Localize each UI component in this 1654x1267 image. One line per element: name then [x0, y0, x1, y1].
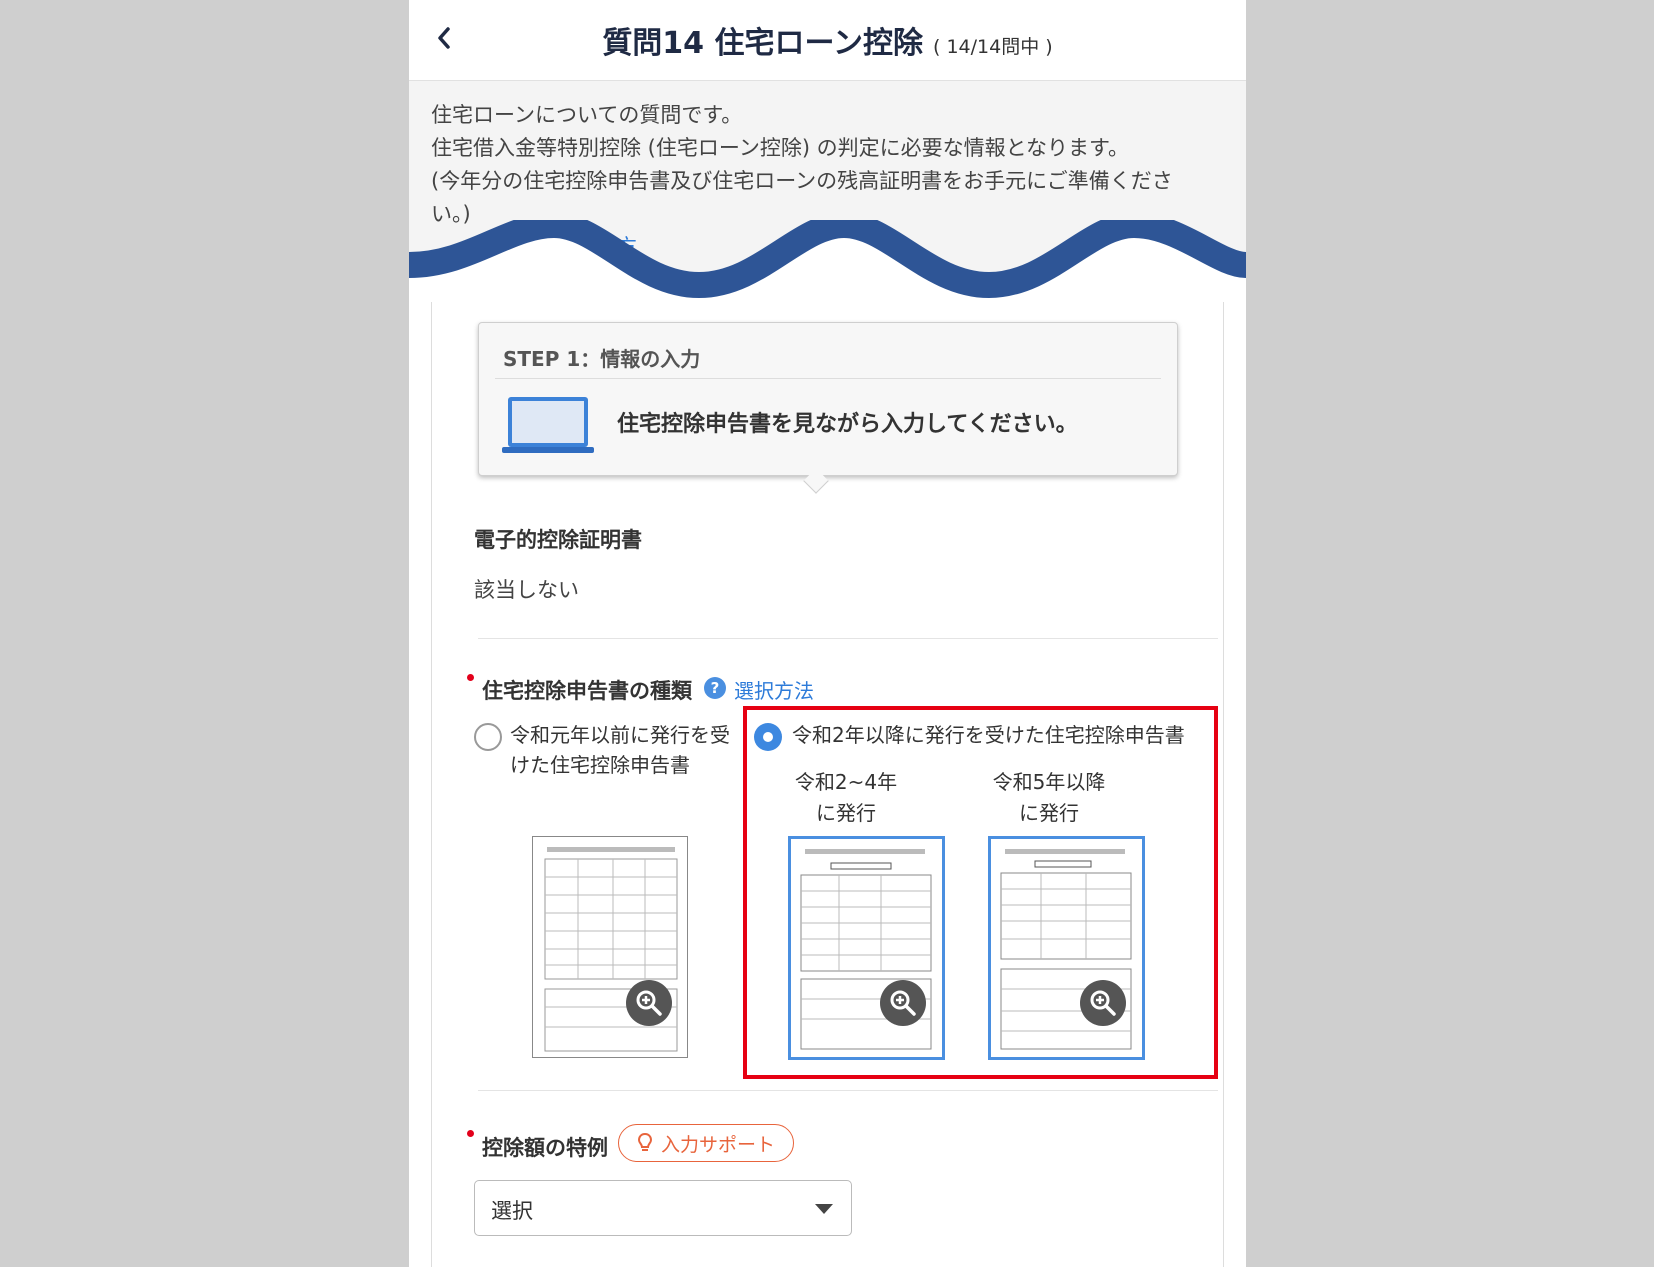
e-cert-label: 電子的控除証明書 [474, 528, 642, 552]
laptop-icon [502, 397, 594, 453]
zoom-button-pre-reiwa2[interactable] [626, 980, 672, 1026]
page-title: 質問14 住宅ローン控除 [602, 26, 924, 61]
input-support-button[interactable]: 入力サポート [618, 1124, 795, 1162]
option-label-line: 令和元年以前に発行を受 [510, 723, 730, 747]
intro-line: 住宅ローンについての質問です。 [431, 103, 743, 127]
e-cert-value: 該当しない [474, 578, 579, 602]
input-support-label: 入力サポート [661, 1133, 776, 1156]
required-mark [467, 1130, 474, 1137]
document-image [544, 847, 678, 1052]
intro-line: (今年分の住宅控除申告書及び住宅ローンの残高証明書をお手元にご準備くださ [431, 169, 1173, 193]
doc-thumbnail-pre-reiwa2[interactable] [532, 836, 688, 1058]
help-icon[interactable]: ? [704, 677, 726, 699]
selection-method-link[interactable]: 選択方法 [734, 675, 814, 704]
required-mark [467, 674, 474, 681]
step-heading: STEP 1：情報の入力 [503, 347, 701, 371]
lightbulb-icon [637, 1132, 653, 1151]
question-progress: ( 14/14問中 ) [933, 36, 1053, 58]
title-bar: 質問14 住宅ローン控除 ( 14/14問中 ) [409, 18, 1246, 62]
step-instruction: 住宅控除申告書を見ながら入力してください。 [617, 412, 1078, 437]
highlight-box [743, 706, 1218, 1079]
section-divider [478, 1090, 1218, 1091]
zoom-in-icon [636, 990, 662, 1016]
deduction-special-select[interactable]: 選択 [474, 1180, 852, 1236]
step-divider [495, 378, 1161, 379]
option-label-line: けた住宅控除申告書 [510, 753, 690, 777]
select-value: 選択 [491, 1199, 533, 1223]
option-pre-reiwa2-label[interactable]: 令和元年以前に発行を受 けた住宅控除申告書 [510, 720, 730, 780]
deduction-special-label: 控除額の特例 [482, 1136, 608, 1160]
step-card: STEP 1：情報の入力 住宅控除申告書を見ながら入力してください。 [478, 322, 1178, 476]
section-divider [478, 638, 1218, 639]
declaration-type-label: 住宅控除申告書の種類 [482, 679, 692, 703]
caret-down-icon [815, 1204, 833, 1214]
intro-line: 住宅借入金等特別控除 (住宅ローン控除) の判定に必要な情報となります。 [431, 136, 1129, 160]
radio-pre-reiwa2[interactable] [474, 723, 502, 751]
header: 質問14 住宅ローン控除 ( 14/14問中 ) [409, 0, 1246, 81]
